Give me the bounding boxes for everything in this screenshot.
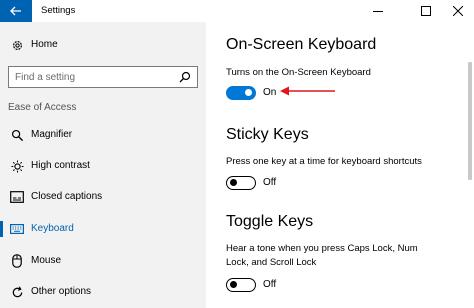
title-bar: Settings xyxy=(0,0,474,22)
section-description: Turns on the On-Screen Keyboard xyxy=(226,67,371,78)
sidebar-item-high-contrast[interactable]: High contrast xyxy=(0,154,206,178)
sidebar-item-home[interactable]: Home xyxy=(0,33,206,57)
scrollbar-thumb[interactable] xyxy=(468,62,472,180)
toggle-knob xyxy=(230,281,237,288)
sidebar-item-label: Keyboard xyxy=(31,223,74,234)
minimize-icon xyxy=(373,11,383,12)
window-title: Settings xyxy=(41,5,76,16)
mouse-icon xyxy=(10,254,24,268)
section-description: Hear a tone when you press Caps Lock, Nu… xyxy=(226,243,418,268)
maximize-icon xyxy=(421,6,431,16)
minimize-button[interactable] xyxy=(362,0,394,22)
close-icon xyxy=(453,6,463,16)
sidebar-item-mouse[interactable]: Mouse xyxy=(0,249,206,273)
sidebar-item-label: Magnifier xyxy=(31,129,73,140)
search-icon xyxy=(179,71,191,83)
toggle-state-label: Off xyxy=(263,177,277,188)
gear-icon xyxy=(10,38,24,52)
closed-captions-icon xyxy=(10,190,24,204)
sidebar-item-keyboard[interactable]: Keyboard xyxy=(0,217,206,241)
on-screen-keyboard-toggle[interactable] xyxy=(226,86,256,100)
maximize-button[interactable] xyxy=(410,0,442,22)
sidebar-item-label: Closed captions xyxy=(31,191,103,202)
scrollbar[interactable] xyxy=(464,22,474,308)
main-content: On-Screen Keyboard Turns on the On-Scree… xyxy=(206,22,474,308)
toggle-state-label: On xyxy=(263,87,277,98)
sidebar-item-label: Home xyxy=(31,39,58,50)
sidebar-item-label: High contrast xyxy=(31,160,90,171)
search-input[interactable] xyxy=(15,70,165,84)
sidebar-item-magnifier[interactable]: Magnifier xyxy=(0,123,206,147)
section-label: Ease of Access xyxy=(8,102,77,113)
section-heading-on-screen-keyboard: On-Screen Keyboard xyxy=(226,36,377,53)
section-description: Press one key at a time for keyboard sho… xyxy=(226,156,422,167)
sticky-keys-toggle[interactable] xyxy=(226,176,256,190)
selection-indicator xyxy=(0,221,3,237)
annotation-arrow-icon xyxy=(280,86,335,96)
toggle-keys-toggle[interactable] xyxy=(226,278,256,292)
toggle-knob xyxy=(245,89,252,96)
magnifier-icon xyxy=(10,128,24,142)
close-button[interactable] xyxy=(442,0,474,22)
brightness-icon xyxy=(10,159,24,173)
toggle-state-label: Off xyxy=(263,279,277,290)
toggle-knob xyxy=(230,179,237,186)
sidebar-item-label: Other options xyxy=(31,286,92,297)
refresh-icon xyxy=(10,285,24,299)
sidebar-item-label: Mouse xyxy=(31,255,62,266)
search-box[interactable] xyxy=(8,66,198,88)
keyboard-icon xyxy=(10,222,24,236)
back-arrow-icon xyxy=(10,6,21,16)
sidebar-item-other-options[interactable]: Other options xyxy=(0,280,206,304)
sidebar: Home Ease of Access Magnifier High contr… xyxy=(0,22,206,308)
sidebar-item-closed-captions[interactable]: Closed captions xyxy=(0,185,206,209)
back-button[interactable] xyxy=(0,0,32,22)
section-heading-toggle-keys: Toggle Keys xyxy=(226,213,314,230)
section-heading-sticky-keys: Sticky Keys xyxy=(226,126,309,143)
